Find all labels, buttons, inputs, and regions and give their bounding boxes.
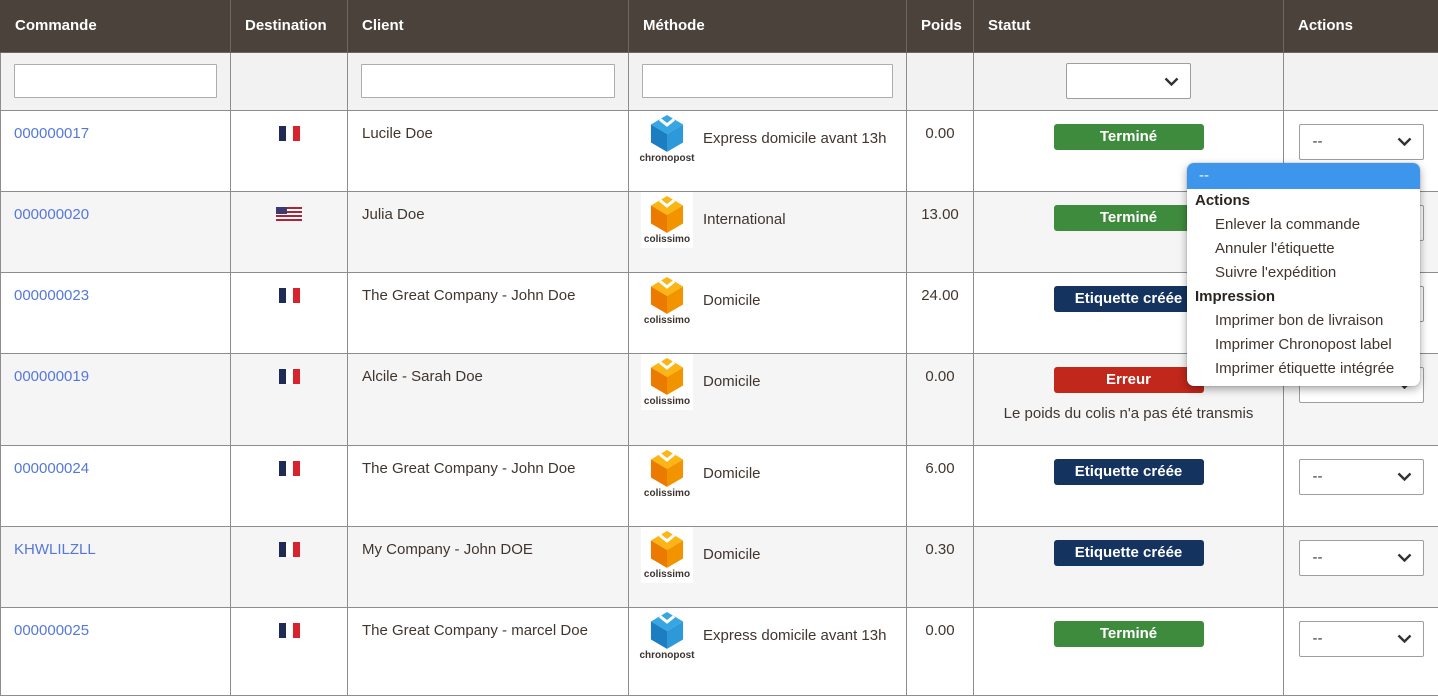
row-action-select[interactable]: --	[1299, 540, 1424, 576]
carrier-logo-icon: colissimo	[641, 273, 693, 329]
method-label: Domicile	[703, 544, 761, 566]
row-action-value: --	[1313, 468, 1323, 485]
status-badge: Terminé	[1054, 124, 1204, 150]
status-badge: Terminé	[1054, 621, 1204, 647]
chevron-down-icon	[1397, 472, 1412, 481]
filter-methode-input[interactable]	[642, 64, 893, 98]
table-row: KHWLILZLL My Company - John DOE colissim…	[1, 526, 1438, 607]
carrier-name: colissimo	[644, 234, 690, 245]
column-header-poids[interactable]: Poids	[907, 0, 974, 52]
client-name: My Company - John DOE	[348, 526, 629, 607]
column-header-methode[interactable]: Méthode	[629, 0, 907, 52]
column-header-destination[interactable]: Destination	[231, 0, 348, 52]
carrier-name: colissimo	[644, 396, 690, 407]
destination-flag-icon	[279, 126, 300, 141]
table-row: 000000024 The Great Company - John Doe c…	[1, 445, 1438, 526]
dropdown-option-enlever-commande[interactable]: Enlever la commande	[1187, 213, 1420, 237]
carrier-logo-icon: colissimo	[641, 446, 693, 502]
client-name: The Great Company - John Doe	[348, 445, 629, 526]
client-name: Alcile - Sarah Doe	[348, 353, 629, 445]
filter-commande-input[interactable]	[14, 64, 217, 98]
chevron-down-icon	[1397, 137, 1412, 146]
client-name: The Great Company - John Doe	[348, 272, 629, 353]
carrier-logo-icon: colissimo	[641, 354, 693, 410]
method-label: Domicile	[703, 371, 761, 393]
destination-flag-icon	[279, 369, 300, 384]
header-row: Commande Destination Client Méthode Poid…	[1, 0, 1438, 52]
carrier-logo-icon: chronopost	[641, 111, 693, 167]
destination-flag-icon	[279, 461, 300, 476]
destination-flag-icon	[279, 542, 300, 557]
row-action-value: --	[1313, 549, 1323, 566]
destination-flag-icon	[276, 207, 302, 221]
row-action-select[interactable]: --	[1299, 124, 1424, 160]
chevron-down-icon	[1164, 77, 1179, 86]
carrier-logo-icon: colissimo	[641, 192, 693, 248]
dropdown-option-none[interactable]: --	[1187, 163, 1420, 189]
dropdown-option-annuler-etiquette[interactable]: Annuler l'étiquette	[1187, 237, 1420, 261]
status-badge: Etiquette créée	[1054, 540, 1204, 566]
table-row: 000000025 The Great Company - marcel Doe…	[1, 607, 1438, 695]
carrier-logo-icon: chronopost	[641, 608, 693, 664]
destination-flag-icon	[279, 288, 300, 303]
carrier-name: colissimo	[644, 488, 690, 499]
row-action-value: --	[1313, 133, 1323, 150]
dropdown-group-impression: Impression	[1187, 285, 1420, 309]
status-badge: Erreur	[1054, 367, 1204, 393]
row-action-select[interactable]: --	[1299, 459, 1424, 495]
order-link[interactable]: 000000025	[14, 622, 89, 639]
weight-value: 13.00	[907, 191, 974, 272]
row-action-value: --	[1313, 630, 1323, 647]
order-link[interactable]: KHWLILZLL	[14, 541, 96, 558]
weight-value: 0.00	[907, 607, 974, 695]
weight-value: 0.00	[907, 353, 974, 445]
column-header-client[interactable]: Client	[348, 0, 629, 52]
dropdown-option-imprimer-bon-livraison[interactable]: Imprimer bon de livraison	[1187, 309, 1420, 333]
method-label: Express domicile avant 13h	[703, 128, 886, 150]
dropdown-option-imprimer-etiquette-integree[interactable]: Imprimer étiquette intégrée	[1187, 357, 1420, 381]
order-link[interactable]: 000000017	[14, 125, 89, 142]
dropdown-option-suivre-expedition[interactable]: Suivre l'expédition	[1187, 261, 1420, 285]
column-header-commande[interactable]: Commande	[1, 0, 231, 52]
order-link[interactable]: 000000023	[14, 287, 89, 304]
status-note: Le poids du colis n'a pas été transmis	[974, 405, 1283, 422]
filter-row	[1, 52, 1438, 110]
client-name: Julia Doe	[348, 191, 629, 272]
carrier-name: chronopost	[640, 153, 695, 164]
destination-flag-icon	[279, 623, 300, 638]
carrier-name: colissimo	[644, 569, 690, 580]
chevron-down-icon	[1397, 553, 1412, 562]
weight-value: 6.00	[907, 445, 974, 526]
dropdown-option-imprimer-chronopost-label[interactable]: Imprimer Chronopost label	[1187, 333, 1420, 357]
weight-value: 0.30	[907, 526, 974, 607]
status-badge: Etiquette créée	[1054, 459, 1204, 485]
column-header-actions: Actions	[1284, 0, 1438, 52]
client-name: Lucile Doe	[348, 110, 629, 191]
method-label: International	[703, 209, 786, 231]
row-action-select[interactable]: --	[1299, 621, 1424, 657]
carrier-name: colissimo	[644, 315, 690, 326]
method-label: Domicile	[703, 463, 761, 485]
carrier-logo-icon: colissimo	[641, 527, 693, 583]
order-link[interactable]: 000000019	[14, 368, 89, 385]
action-dropdown-popup: -- Actions Enlever la commande Annuler l…	[1187, 163, 1420, 386]
status-badge: Etiquette créée	[1054, 286, 1204, 312]
method-label: Domicile	[703, 290, 761, 312]
chevron-down-icon	[1397, 634, 1412, 643]
weight-value: 0.00	[907, 110, 974, 191]
status-badge: Terminé	[1054, 205, 1204, 231]
carrier-name: chronopost	[640, 650, 695, 661]
method-label: Express domicile avant 13h	[703, 625, 886, 647]
order-link[interactable]: 000000024	[14, 460, 89, 477]
filter-statut-select[interactable]	[1066, 63, 1191, 99]
weight-value: 24.00	[907, 272, 974, 353]
filter-client-input[interactable]	[361, 64, 615, 98]
column-header-statut[interactable]: Statut	[974, 0, 1284, 52]
dropdown-group-actions: Actions	[1187, 189, 1420, 213]
order-link[interactable]: 000000020	[14, 206, 89, 223]
client-name: The Great Company - marcel Doe	[348, 607, 629, 695]
